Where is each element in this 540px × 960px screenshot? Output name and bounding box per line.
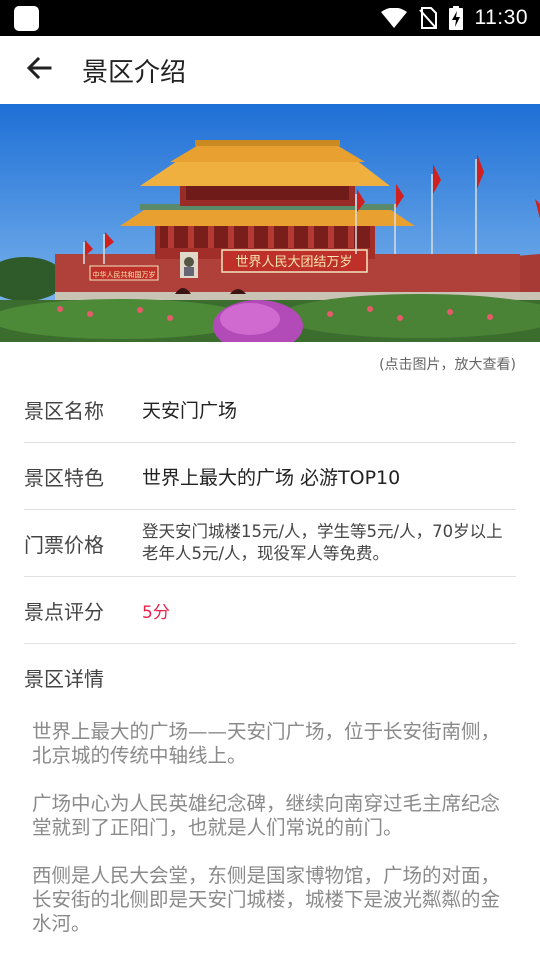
feature-label: 景区特色 — [24, 465, 104, 490]
no-sim-icon — [418, 7, 437, 29]
info-row-rating: 景点评分 5分 — [24, 577, 516, 644]
status-bar: 11:30 — [0, 0, 540, 36]
page-title: 景区介绍 — [82, 57, 187, 88]
rating-label: 景点评分 — [24, 599, 104, 624]
name-label: 景区名称 — [24, 398, 104, 423]
details-paragraph: 广场中心为人民英雄纪念碑，继续向南穿过毛主席纪念堂就到了正阳门，也就是人们常说的… — [32, 792, 501, 839]
info-row-feature: 景区特色 世界上最大的广场 必游TOP10 — [24, 443, 516, 510]
info-row-ticket: 门票价格 登天安门城楼15元/人，学生等5元/人，70岁以上老年人5元/人，现役… — [24, 510, 516, 577]
notification-icon — [14, 6, 39, 31]
wifi-icon — [380, 8, 407, 28]
image-hint: (点击图片，放大查看) — [379, 357, 516, 373]
ticket-label: 门票价格 — [24, 532, 104, 557]
info-list: 景区名称 天安门广场 景区特色 世界上最大的广场 必游TOP10 门票价格 登天… — [24, 376, 516, 644]
details-title: 景区详情 — [24, 667, 104, 691]
rating-value: 5分 — [142, 602, 170, 623]
banner-main-text: 世界人民大团结万岁 — [235, 255, 352, 270]
battery-charging-icon — [448, 6, 463, 30]
app-bar: 景区介绍 — [0, 36, 540, 104]
status-icons: 11:30 — [380, 0, 529, 36]
feature-value: 世界上最大的广场 必游TOP10 — [142, 466, 401, 489]
ticket-value: 登天安门城楼15元/人，学生等5元/人，70岁以上老年人5元/人，现役军人等免费… — [142, 522, 503, 563]
arrow-left-icon — [26, 56, 52, 84]
banner-left-text: 中华人民共和国万岁 — [93, 270, 156, 279]
details-body: 世界上最大的广场——天安门广场，位于长安街南侧，北京城的传统中轴线上。 广场中心… — [32, 720, 502, 960]
name-value: 天安门广场 — [142, 399, 238, 422]
info-row-name: 景区名称 天安门广场 — [24, 376, 516, 443]
details-paragraph: 西侧是人民大会堂，东侧是国家博物馆，广场的对面，长安街的北侧即是天安门城楼，城楼… — [32, 864, 501, 935]
details-paragraph: 世界上最大的广场——天安门广场，位于长安街南侧，北京城的传统中轴线上。 — [32, 720, 501, 767]
status-time: 11:30 — [474, 6, 528, 29]
hero-image[interactable]: 中华人民共和国万岁 世界人民大团结万岁 — [0, 104, 540, 346]
back-button[interactable] — [0, 36, 82, 104]
